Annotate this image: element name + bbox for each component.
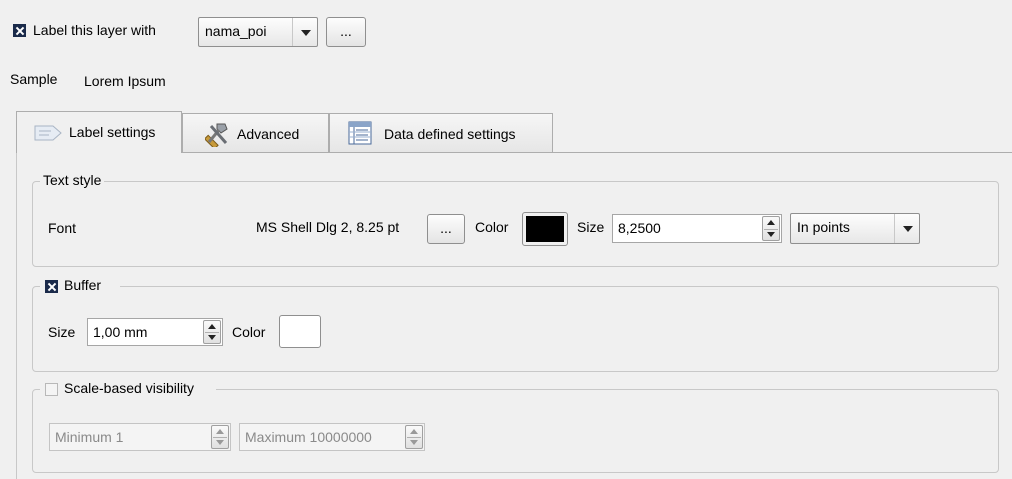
spin-arrows-icon[interactable] [203,320,221,344]
text-color-button[interactable] [522,212,568,246]
tab-label-settings[interactable]: Label settings [16,111,182,153]
buffer-color-label: Color [232,324,266,340]
buffer-title: Buffer [64,277,102,293]
text-style-title: Text style [40,172,105,188]
buffer-checkbox[interactable] [45,280,58,293]
tools-icon [205,123,228,147]
text-size-value: 8,2500 [618,220,661,236]
scale-visibility-checkbox[interactable] [45,383,58,396]
label-field-combobox[interactable]: nama_poi [198,17,318,47]
buffer-size-value: 1,00 mm [93,324,148,340]
tab-pane-left-border [16,152,17,479]
size-unit-value: In points [797,219,850,235]
scale-minimum-value: Minimum 1 [55,429,124,445]
sample-label: Sample [10,71,58,87]
spin-arrows-icon[interactable] [762,216,780,241]
size-unit-combobox[interactable]: In points [790,213,920,244]
buffer-size-spinbox[interactable]: 1,00 mm [87,318,223,346]
text-size-label: Size [577,219,605,235]
font-value: MS Shell Dlg 2, 8.25 pt [256,219,400,235]
expression-button[interactable]: ... [326,17,366,47]
scale-minimum-spinbox[interactable]: Minimum 1 [49,423,231,451]
label-layer-text: Label this layer with [33,22,156,38]
expression-button-label: ... [340,23,352,39]
scale-maximum-spinbox[interactable]: Maximum 10000000 [239,423,425,451]
tab-advanced-label: Advanced [237,126,300,142]
text-color-swatch [526,216,564,242]
spin-arrows-icon[interactable] [405,425,423,449]
scale-visibility-title: Scale-based visibility [64,380,194,396]
chevron-down-icon [894,214,919,243]
tab-data-defined-settings[interactable]: Data defined settings [329,113,553,152]
text-color-label: Color [475,219,509,235]
tab-label-settings-label: Label settings [69,124,156,140]
buffer-size-label: Size [48,324,76,340]
table-icon [348,121,372,145]
tab-data-defined-label: Data defined settings [384,126,516,142]
label-icon [34,125,62,141]
scale-maximum-value: Maximum 10000000 [245,429,372,445]
text-size-spinbox[interactable]: 8,2500 [612,214,782,243]
label-field-value: nama_poi [205,23,267,39]
sample-text: Lorem Ipsum [84,73,166,89]
tab-advanced[interactable]: Advanced [182,113,329,152]
spin-arrows-icon[interactable] [211,425,229,449]
font-picker-button[interactable]: ... [427,214,465,244]
font-label: Font [48,220,77,236]
chevron-down-icon [292,18,317,46]
label-layer-checkbox[interactable] [13,24,26,37]
font-picker-button-label: ... [440,220,452,236]
buffer-color-button[interactable] [279,315,321,348]
